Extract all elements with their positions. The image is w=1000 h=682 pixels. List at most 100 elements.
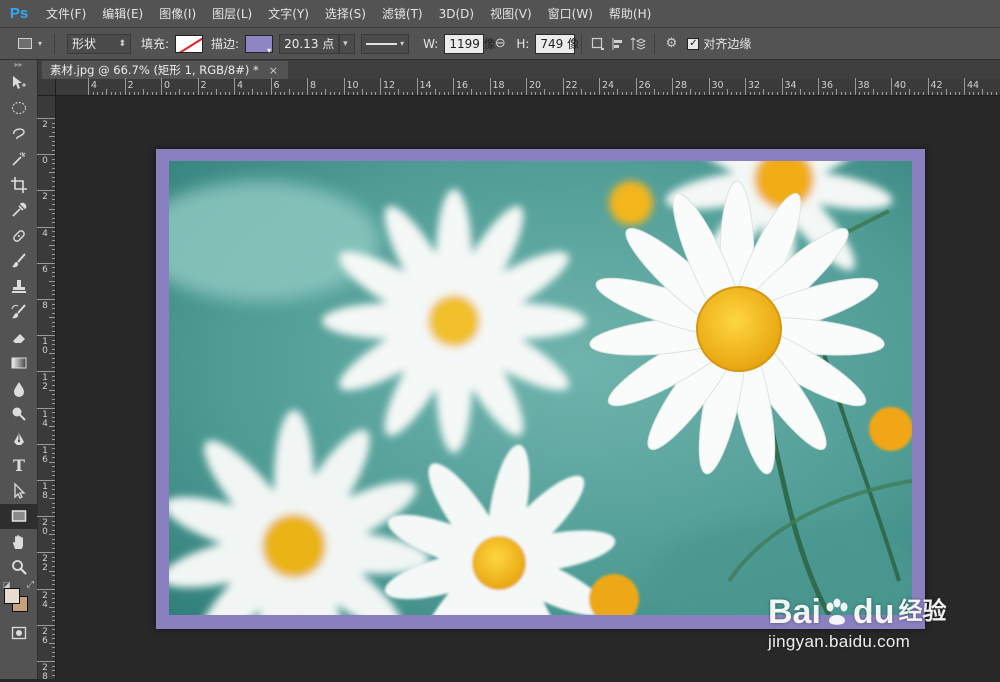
height-field[interactable]: 749 像 — [535, 33, 579, 54]
eyedropper-tool-icon[interactable] — [0, 198, 38, 224]
ruler-major-tick — [635, 78, 637, 95]
zoom-tool-icon[interactable] — [0, 555, 38, 581]
ruler-minor-tick — [138, 92, 140, 95]
ruler-minor-tick — [393, 92, 395, 95]
hand-tool-icon[interactable] — [0, 529, 38, 555]
menu-3d[interactable]: 3D(D) — [431, 0, 482, 28]
ruler-minor-tick — [52, 276, 55, 278]
ruler-minor-tick — [722, 92, 724, 95]
ruler-minor-tick — [52, 457, 55, 459]
ruler-label: 40 — [894, 80, 907, 91]
foreground-color-swatch[interactable] — [4, 588, 20, 604]
stroke-type-select[interactable]: ▾ — [361, 33, 410, 54]
magic-wand-tool-icon[interactable] — [0, 147, 38, 173]
pen-tool-icon[interactable] — [0, 427, 38, 453]
menu-type[interactable]: 文字(Y) — [260, 0, 317, 28]
ruler-minor-tick — [52, 362, 55, 364]
ruler-major-tick — [891, 78, 892, 95]
menu-layer[interactable]: 图层(L) — [204, 0, 260, 28]
ruler-minor-tick — [407, 92, 409, 95]
marquee-tool-icon[interactable] — [0, 96, 38, 122]
document-canvas[interactable] — [156, 149, 925, 629]
menu-image[interactable]: 图像(I) — [151, 0, 204, 28]
tools-panel: ▸▸ T ◪ ⤢ — [0, 60, 38, 679]
crop-tool-icon[interactable] — [0, 172, 38, 198]
ruler-minor-tick — [462, 92, 464, 95]
path-operations-icon[interactable] — [588, 34, 608, 54]
tool-preset-picker[interactable]: ▾ — [12, 32, 48, 56]
rectangle-icon — [17, 38, 32, 49]
type-tool-icon[interactable]: T — [0, 453, 38, 479]
close-icon[interactable]: × — [269, 64, 278, 77]
ruler-minor-tick — [170, 92, 172, 95]
ruler-major-tick — [927, 78, 929, 95]
stroke-width-field[interactable]: 20.13 点 — [279, 33, 340, 54]
ruler-minor-tick — [52, 525, 55, 527]
ruler-minor-tick — [389, 92, 391, 95]
history-brush-tool-icon[interactable] — [0, 300, 38, 326]
canvas-area[interactable]: Bai du 经验 jingyan.baidu.com — [56, 96, 1000, 679]
rectangle-tool-icon[interactable] — [0, 503, 38, 529]
ruler-minor-tick — [758, 92, 760, 95]
ruler-minor-tick — [411, 92, 413, 95]
ruler-minor-tick — [630, 92, 632, 95]
stroke-width-dropdown[interactable]: ▾ — [339, 33, 356, 54]
mode-select[interactable]: 形状 ⬍ — [67, 33, 131, 54]
ruler-label: 16 — [42, 445, 48, 465]
swap-colors-icon[interactable]: ⤢ — [27, 580, 34, 590]
menu-file[interactable]: 文件(F) — [38, 0, 94, 28]
path-alignment-icon[interactable] — [608, 34, 628, 54]
menu-edit[interactable]: 编辑(E) — [94, 0, 151, 28]
width-field[interactable]: 1199 像 — [444, 33, 496, 54]
menu-help[interactable]: 帮助(H) — [601, 0, 659, 28]
blur-tool-icon[interactable] — [0, 376, 38, 402]
path-arrangement-icon[interactable] — [628, 34, 648, 54]
horizontal-ruler[interactable]: 4 2 0 2 4 6 8 10 12 14 16 18 20 22 24 26 28 30 32 34 36 38 40 4… — [56, 78, 1000, 96]
ruler-minor-tick — [92, 92, 94, 95]
ruler-minor-tick — [52, 452, 55, 454]
gradient-tool-icon[interactable] — [0, 351, 38, 377]
ruler-minor-tick — [52, 416, 55, 418]
ruler-minor-tick — [243, 92, 245, 95]
ruler-minor-tick — [52, 366, 55, 368]
eraser-tool-icon[interactable] — [0, 325, 38, 351]
ruler-minor-tick — [448, 92, 450, 95]
panel-grip-icon[interactable]: ▸▸ — [0, 60, 37, 70]
move-tool-icon[interactable] — [0, 70, 38, 96]
ruler-minor-tick — [717, 92, 719, 95]
stamp-tool-icon[interactable] — [0, 274, 38, 300]
ruler-minor-tick — [142, 89, 144, 95]
ruler-minor-tick — [52, 312, 55, 314]
brush-tool-icon[interactable] — [0, 249, 38, 275]
vertical-ruler[interactable]: 20246810121416182022242628 — [37, 96, 56, 682]
fill-swatch[interactable] — [175, 34, 204, 53]
menu-select[interactable]: 选择(S) — [317, 0, 374, 28]
ruler-minor-tick — [731, 92, 733, 95]
link-icon[interactable]: ⊖ — [490, 34, 510, 54]
ruler-minor-tick — [52, 231, 55, 233]
ruler-major-tick — [672, 78, 673, 95]
path-selection-tool-icon[interactable] — [0, 478, 38, 504]
quick-mask-icon[interactable] — [0, 620, 38, 646]
document-tab[interactable]: 素材.jpg @ 66.7% (矩形 1, RGB/8#) * × — [42, 61, 288, 79]
lasso-tool-icon[interactable] — [0, 121, 38, 147]
ruler-minor-tick — [977, 92, 979, 95]
ruler-origin[interactable] — [38, 79, 56, 96]
menu-view[interactable]: 视图(V) — [482, 0, 540, 28]
ruler-label: 16 — [456, 80, 469, 91]
ruler-minor-tick — [247, 92, 249, 95]
ruler-minor-tick — [52, 127, 55, 129]
dodge-tool-icon[interactable] — [0, 402, 38, 428]
ruler-minor-tick — [52, 199, 55, 201]
healing-brush-tool-icon[interactable] — [0, 223, 38, 249]
align-edges-checkbox[interactable]: ✓ — [687, 37, 700, 50]
stroke-label: 描边: — [211, 37, 240, 51]
stroke-swatch[interactable] — [245, 34, 274, 55]
gear-icon[interactable]: ⚙ — [661, 34, 681, 54]
menu-window[interactable]: 窗口(W) — [540, 0, 601, 28]
ruler-minor-tick — [52, 194, 55, 196]
document-tab-bar: 素材.jpg @ 66.7% (矩形 1, RGB/8#) * × — [38, 60, 1000, 79]
fill-label: 填充: — [141, 37, 170, 51]
ruler-minor-tick — [49, 461, 55, 463]
menu-filter[interactable]: 滤镜(T) — [374, 0, 431, 28]
